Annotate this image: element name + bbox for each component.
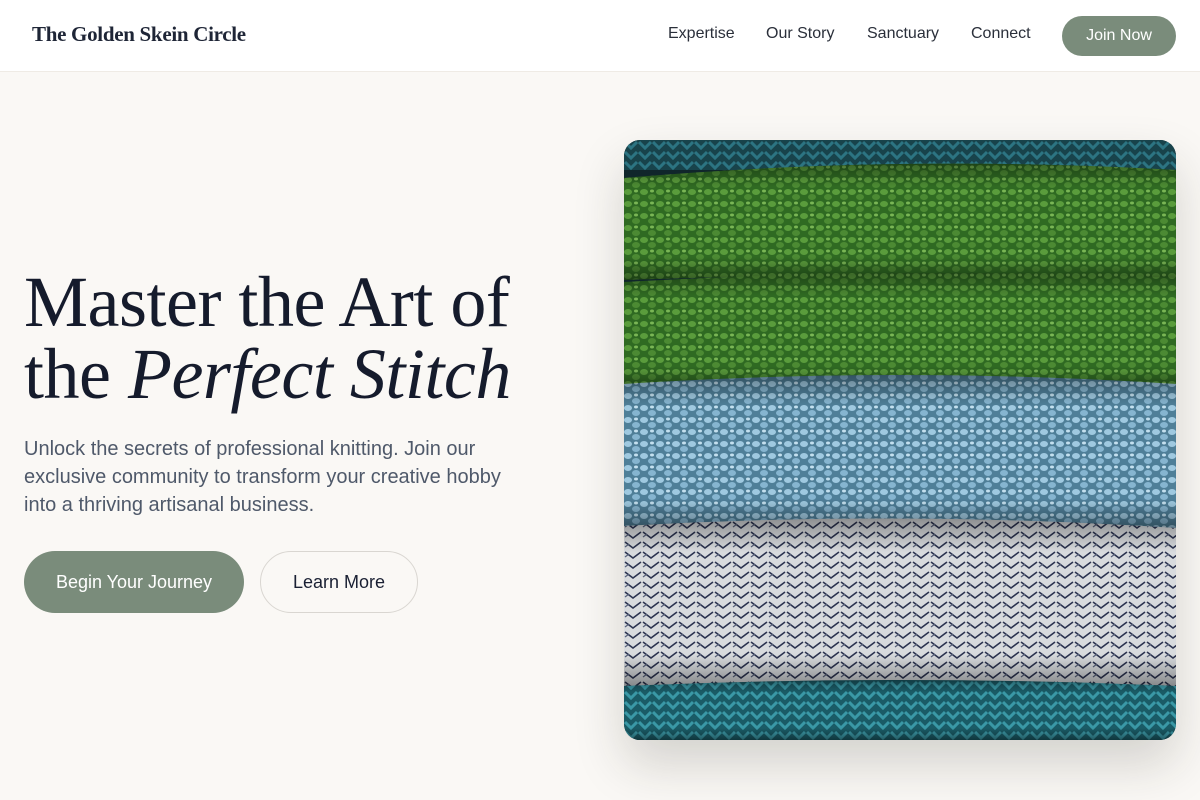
begin-journey-button[interactable]: Begin Your Journey [24, 551, 244, 613]
hero-title-line-1: Master the Art of [24, 262, 510, 342]
sweater-layer-green-upper [624, 163, 1176, 280]
join-now-button[interactable]: Join Now [1062, 16, 1176, 56]
nav-link-sanctuary[interactable]: Sanctuary [867, 25, 939, 43]
hero-title-line-2: the [24, 334, 128, 414]
learn-more-button[interactable]: Learn More [260, 551, 418, 613]
hero-subtitle: Unlock the secrets of professional knitt… [24, 438, 501, 516]
nav-link-our-story[interactable]: Our Story [766, 25, 834, 43]
top-navigation: The Golden Skein Circle Expertise Our St… [0, 0, 1200, 72]
sweater-layer-light-blue [624, 375, 1176, 530]
sweater-layer-teal-bottom [624, 680, 1176, 740]
hero-title: Master the Art of the Perfect Stitch [24, 266, 604, 410]
nav-link-connect[interactable]: Connect [971, 25, 1031, 43]
nav-link-expertise[interactable]: Expertise [668, 25, 735, 43]
sweater-layer-tweed [624, 518, 1176, 688]
brand-logo-text[interactable]: The Golden Skein Circle [32, 22, 246, 47]
sweater-layer-green-lower [624, 272, 1176, 390]
knitted-sweaters-image [624, 140, 1176, 740]
hero-title-emphasis: Perfect Stitch [127, 334, 511, 414]
